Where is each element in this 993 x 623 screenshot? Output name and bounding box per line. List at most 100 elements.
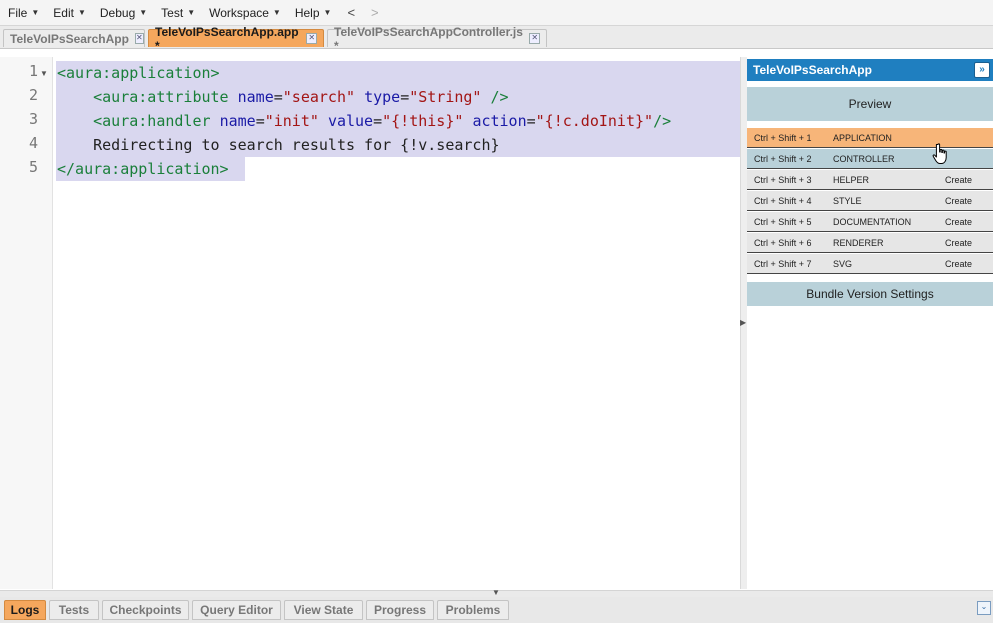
bundle-item-shortcut: Ctrl + Shift + 6 <box>754 238 812 248</box>
tab-checkpoints[interactable]: Checkpoints <box>102 600 189 620</box>
code-token: <aura:application> <box>57 64 220 82</box>
tab-televoipssearchapp-app[interactable]: TeleVoIPsSearchApp.app * ✕ <box>148 25 324 53</box>
code-editor[interactable]: <aura:application> <aura:attribute name=… <box>53 57 740 589</box>
tab-televoipssearchappcontroller-js[interactable]: TeleVoIPsSearchAppController.js * ✕ <box>327 25 547 53</box>
hand-pointer-icon <box>932 143 947 164</box>
code-token: name <box>219 112 256 130</box>
back-arrow-icon[interactable]: < <box>347 5 355 20</box>
close-icon[interactable]: ✕ <box>529 33 540 44</box>
tab-view-state[interactable]: View State <box>284 600 363 620</box>
menu-edit[interactable]: Edit ▼ <box>53 6 86 20</box>
bundle-version-settings-label: Bundle Version Settings <box>806 287 934 301</box>
tab-label: TeleVoIPsSearchApp.app * <box>155 24 299 53</box>
bundle-item-name: HELPER <box>833 175 870 185</box>
menu-test[interactable]: Test ▼ <box>161 6 195 20</box>
bundle-item-helper[interactable]: Ctrl + Shift + 3 HELPER Create <box>747 170 993 190</box>
bundle-item-shortcut: Ctrl + Shift + 4 <box>754 196 812 206</box>
code-token: = <box>400 88 410 106</box>
tab-progress[interactable]: Progress <box>366 600 434 620</box>
tab-problems[interactable]: Problems <box>437 600 509 620</box>
code-token: <aura:handler <box>93 112 220 130</box>
code-token: name <box>237 88 274 106</box>
line-number: 2 <box>28 86 38 104</box>
code-token: <aura:attribute <box>93 88 238 106</box>
code-line-4: Redirecting to search results for {!v.se… <box>57 133 500 157</box>
bundle-item-style[interactable]: Ctrl + Shift + 4 STYLE Create <box>747 191 993 211</box>
bundle-item-name: STYLE <box>833 196 862 206</box>
code-token: "search" <box>282 88 356 106</box>
chevron-down-icon[interactable]: ▼ <box>492 588 500 597</box>
code-token: action <box>472 112 527 130</box>
menu-debug[interactable]: Debug ▼ <box>100 6 147 20</box>
caret-down-icon: ▼ <box>272 8 281 17</box>
caret-down-icon: ▼ <box>139 8 148 17</box>
tab-label: TeleVoIPsSearchAppController.js * <box>334 24 523 53</box>
code-token: "{!c.doInit}" <box>535 112 654 130</box>
tab-label: Progress <box>373 603 427 617</box>
create-link[interactable]: Create <box>945 238 972 248</box>
code-token: Redirecting to search results for {!v.se… <box>57 136 500 154</box>
tab-logs[interactable]: Logs <box>4 600 46 620</box>
code-token: "init" <box>264 112 319 130</box>
create-link[interactable]: Create <box>945 175 972 185</box>
create-link[interactable]: Create <box>945 196 972 206</box>
tab-label: Checkpoints <box>109 603 182 617</box>
bundle-panel-header: TeleVoIPsSearchApp » <box>747 59 993 81</box>
create-link[interactable]: Create <box>945 259 972 269</box>
tab-tests[interactable]: Tests <box>49 600 99 620</box>
bundle-item-renderer[interactable]: Ctrl + Shift + 6 RENDERER Create <box>747 233 993 253</box>
preview-label: Preview <box>848 97 892 111</box>
double-chevron-right-icon[interactable]: » <box>974 62 990 78</box>
menu-file[interactable]: File ▼ <box>8 6 39 20</box>
menu-debug-label: Debug <box>99 5 136 20</box>
bundle-item-name: CONTROLLER <box>833 154 895 164</box>
line-number: 3 <box>28 110 38 128</box>
fold-caret-icon[interactable]: ▼ <box>40 69 48 78</box>
tab-label: Problems <box>445 603 501 617</box>
create-link[interactable]: Create <box>945 217 972 227</box>
bundle-item-name: SVG <box>833 259 853 269</box>
code-token: /> <box>490 88 509 106</box>
tab-query-editor[interactable]: Query Editor <box>192 600 281 620</box>
bundle-item-svg[interactable]: Ctrl + Shift + 7 SVG Create <box>747 254 993 274</box>
bundle-panel: TeleVoIPsSearchApp » Preview Ctrl + Shif… <box>747 57 993 589</box>
close-icon[interactable]: ✕ <box>134 33 144 44</box>
bundle-item-application[interactable]: Ctrl + Shift + 1 APPLICATION <box>747 128 993 148</box>
menu-test-label: Test <box>161 5 184 20</box>
bundle-item-shortcut: Ctrl + Shift + 3 <box>754 175 812 185</box>
close-icon[interactable]: ✕ <box>306 33 317 44</box>
code-token: /> <box>653 112 672 130</box>
bundle-version-settings-button[interactable]: Bundle Version Settings <box>747 282 993 306</box>
tab-label: Query Editor <box>200 603 273 617</box>
code-token: = <box>255 112 265 130</box>
code-line-5: </aura:application> <box>57 157 229 181</box>
caret-down-icon: ▼ <box>77 8 86 17</box>
caret-down-icon: ▼ <box>323 8 332 17</box>
code-token: = <box>373 112 383 130</box>
chevron-right-icon[interactable]: ▶ <box>740 318 746 327</box>
bundle-item-shortcut: Ctrl + Shift + 7 <box>754 259 812 269</box>
forward-arrow-icon[interactable]: > <box>371 5 379 20</box>
menu-help[interactable]: Help ▼ <box>295 6 332 20</box>
bottom-splitter[interactable]: ▼ <box>0 588 993 597</box>
caret-down-icon: ▼ <box>187 8 196 17</box>
preview-button[interactable]: Preview <box>747 87 993 121</box>
bottom-tab-bar: Logs Tests Checkpoints Query Editor View… <box>0 597 993 623</box>
code-token: type <box>364 88 401 106</box>
code-token: "{!this}" <box>382 112 464 130</box>
tab-televoipssearchapp[interactable]: TeleVoIPsSearchApp ✕ <box>3 29 145 47</box>
editor-tab-bar: TeleVoIPsSearchApp ✕ TeleVoIPsSearchApp.… <box>0 25 993 53</box>
expand-panel-icon[interactable]: ⌄ <box>977 601 991 615</box>
code-line-3: <aura:handler name="init" value="{!this}… <box>57 109 671 133</box>
bundle-item-controller[interactable]: Ctrl + Shift + 2 CONTROLLER <box>747 149 993 169</box>
tab-label: View State <box>293 603 354 617</box>
menu-file-label: File <box>8 5 28 20</box>
menu-workspace[interactable]: Workspace ▼ <box>209 6 281 20</box>
bundle-item-name: RENDERER <box>833 238 884 248</box>
menu-bar: File ▼ Edit ▼ Debug ▼ Test ▼ Workspace ▼ Help… <box>0 0 993 26</box>
code-token: = <box>526 112 536 130</box>
bundle-item-shortcut: Ctrl + Shift + 1 <box>754 133 812 143</box>
bundle-item-documentation[interactable]: Ctrl + Shift + 5 DOCUMENTATION Create <box>747 212 993 232</box>
